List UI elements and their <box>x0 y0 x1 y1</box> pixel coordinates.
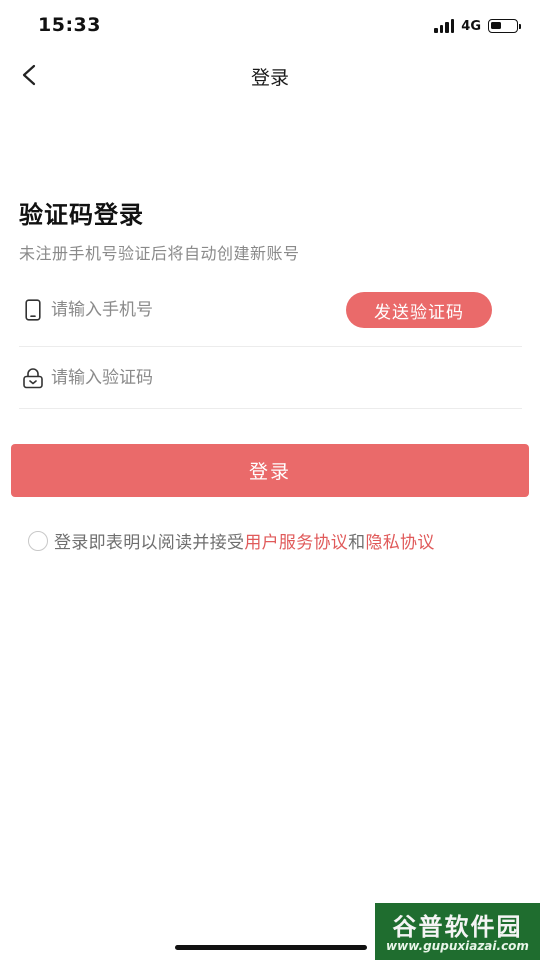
send-code-button[interactable]: 发送验证码 <box>346 292 492 328</box>
agreement-prefix: 登录即表明以阅读并接受 <box>54 533 245 553</box>
user-agreement-link[interactable]: 用户服务协议 <box>244 528 348 553</box>
nav-bar: 登录 <box>0 52 540 100</box>
status-bar: 15:33 4G <box>0 0 540 52</box>
agree-checkbox[interactable] <box>28 530 48 551</box>
page-subtitle: 未注册手机号验证后将自动创建新账号 <box>19 244 300 263</box>
battery-level <box>491 22 501 29</box>
phone-icon <box>22 297 44 323</box>
battery-icon <box>488 19 521 33</box>
phone-input[interactable] <box>51 295 331 325</box>
lock-icon <box>22 365 44 391</box>
status-indicators: 4G <box>434 17 521 35</box>
code-input[interactable] <box>51 363 331 393</box>
agreement-conjunction: 和 <box>348 533 366 553</box>
home-indicator <box>175 945 367 950</box>
privacy-policy-link[interactable]: 隐私协议 <box>365 528 434 553</box>
network-label: 4G <box>461 18 481 34</box>
agreement: 登录即表明以阅读并接受 用户服务协议 和 隐私协议 <box>28 528 435 553</box>
code-row <box>19 347 522 409</box>
status-time: 15:33 <box>38 14 101 36</box>
watermark-logo: 谷普软件园 www.gupuxiazai.com <box>375 903 540 960</box>
watermark-title: 谷普软件园 <box>392 913 523 941</box>
page-heading: 验证码登录 <box>19 201 144 229</box>
watermark-url: www.gupuxiazai.com <box>386 939 529 953</box>
phone-row: 发送验证码 <box>19 280 522 347</box>
nav-title: 登录 <box>250 67 289 89</box>
login-button[interactable]: 登录 <box>11 444 529 497</box>
signal-icon <box>434 19 455 33</box>
login-screen: 15:33 4G 登录 验证码登录 未注册手机号验证后将自动创建新账号 请输入手… <box>0 0 540 960</box>
